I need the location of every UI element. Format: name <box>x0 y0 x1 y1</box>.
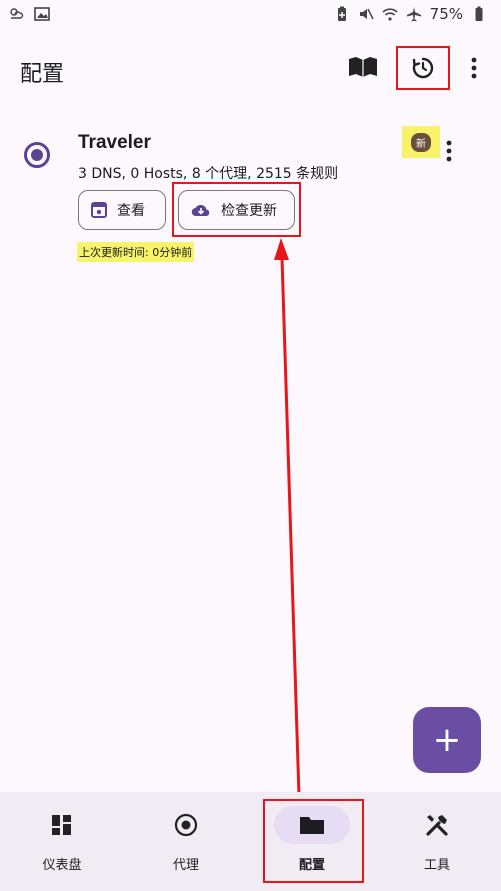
docs-button[interactable] <box>346 52 380 82</box>
book-icon <box>349 57 377 77</box>
plus-icon: + <box>432 720 462 760</box>
more-options-button[interactable] <box>462 52 486 84</box>
more-vert-icon <box>471 57 477 79</box>
more-vert-icon <box>446 140 452 162</box>
nav-item-tools[interactable]: 工具 <box>377 792 497 891</box>
profile-item[interactable]: Traveler 3 DNS, 0 Hosts, 8 个代理, 2515 条规则… <box>0 118 501 278</box>
status-bar: 75% <box>0 0 501 30</box>
image-icon <box>34 7 50 21</box>
radio-dot <box>31 149 43 161</box>
last-update-text: 上次更新时间: 0分钟前 <box>77 242 195 262</box>
battery-percent: 75% <box>429 5 463 23</box>
weather-icon <box>10 8 24 19</box>
view-window-icon <box>91 202 107 218</box>
nav-label-dashboard: 仪表盘 <box>42 858 82 873</box>
view-button-label: 查看 <box>117 203 145 219</box>
view-button[interactable]: 查看 <box>78 190 166 230</box>
dashboard-icon <box>52 815 71 835</box>
annotation-highlight-box <box>263 799 364 883</box>
annotation-highlight-box <box>172 182 301 237</box>
profile-more-button[interactable] <box>446 140 468 170</box>
page-title: 配置 <box>20 62 65 87</box>
tools-icon <box>426 815 448 836</box>
airplane-icon <box>406 7 421 22</box>
wifi-icon <box>382 8 398 21</box>
new-badge: 新 <box>402 126 440 158</box>
profile-selected-radio[interactable] <box>24 142 50 168</box>
nav-item-dashboard[interactable]: 仪表盘 <box>2 792 122 891</box>
new-badge-label: 新 <box>411 132 431 152</box>
app-bar: 配置 <box>0 30 501 108</box>
nav-item-proxy[interactable]: 代理 <box>126 792 246 891</box>
bottom-navigation: 仪表盘 代理 配置 工具 <box>0 792 501 891</box>
profile-stats: 3 DNS, 0 Hosts, 8 个代理, 2515 条规则 <box>78 166 339 182</box>
update-all-button[interactable] <box>396 46 450 90</box>
history-refresh-icon <box>412 57 434 79</box>
battery-icon <box>475 6 483 21</box>
mute-icon <box>359 8 374 20</box>
profile-name: Traveler <box>78 132 151 153</box>
nav-label-tools: 工具 <box>423 858 450 873</box>
add-profile-button[interactable]: + <box>413 707 481 773</box>
battery-saver-icon <box>337 6 346 21</box>
nav-label-proxy: 代理 <box>172 858 199 873</box>
radio-target-icon <box>174 813 198 837</box>
